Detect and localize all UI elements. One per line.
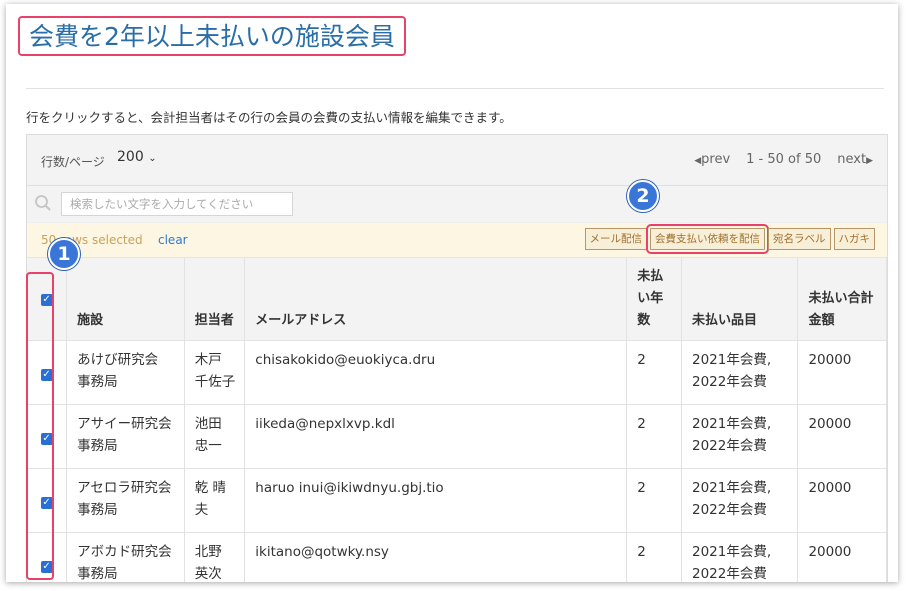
page-title-box: 会費を2年以上未払いの施設会員 bbox=[18, 16, 406, 56]
screenshot-frame: 会費を2年以上未払いの施設会員 行をクリックすると、会計担当者はその行の会員の会… bbox=[6, 4, 898, 582]
table-row[interactable]: ✓ アセロラ研究会 事務局 乾 晴夫 haruo inui@ikiwdnyu.g… bbox=[27, 468, 887, 533]
send-email-button[interactable]: メール配信 bbox=[584, 228, 647, 250]
cell-items: 2021年会費, 2022年会費 bbox=[681, 532, 799, 582]
annotation-badge-1: 1 bbox=[48, 238, 80, 270]
table-header-row: ✓ 施設 担当者 メールアドレス 未払い年数 未払い品目 未払い合計金額 bbox=[27, 258, 887, 341]
prev-button[interactable]: ◀prev bbox=[694, 152, 730, 167]
page-description: 行をクリックすると、会計担当者はその行の会員の会費の支払い情報を編集できます。 bbox=[26, 110, 512, 125]
annotation-badge-2: 2 bbox=[627, 180, 659, 212]
row-select-cell: ✓ bbox=[27, 532, 68, 582]
cell-person: 池田 忠一 bbox=[184, 404, 246, 469]
cell-facility: あけび研究会 事務局 bbox=[66, 340, 185, 405]
header-email[interactable]: メールアドレス bbox=[244, 258, 628, 341]
cell-total: 20000 bbox=[797, 532, 887, 582]
cell-email: iikeda@nepxlxvp.kdl bbox=[244, 404, 628, 469]
table-row[interactable]: ✓ あけび研究会 事務局 木戸 千佐子 chisakokido@euokiyca… bbox=[27, 340, 887, 405]
clear-selection-link[interactable]: clear bbox=[158, 233, 188, 247]
rows-per-page-label: 行数/ページ bbox=[41, 155, 105, 169]
cell-items: 2021年会費, 2022年会費 bbox=[681, 468, 799, 533]
rows-per-page-select[interactable]: 200 ⌄ bbox=[117, 149, 157, 165]
cell-items: 2021年会費, 2022年会費 bbox=[681, 340, 799, 405]
cell-total: 20000 bbox=[797, 404, 887, 469]
header-unpaid-items[interactable]: 未払い品目 bbox=[681, 258, 799, 341]
cell-person: 乾 晴夫 bbox=[184, 468, 246, 533]
title-divider bbox=[26, 88, 884, 89]
table-row[interactable]: ✓ アサイー研究会 事務局 池田 忠一 iikeda@nepxlxvp.kdl … bbox=[27, 404, 887, 469]
row-checkbox[interactable]: ✓ bbox=[40, 432, 53, 445]
cell-email: chisakokido@euokiyca.dru bbox=[244, 340, 628, 405]
cell-email: haruo inui@ikiwdnyu.gbj.tio bbox=[244, 468, 628, 533]
bulk-actions: メール配信 会費支払い依頼を配信 宛名ラベル ハガキ bbox=[582, 224, 875, 254]
search-icon bbox=[35, 195, 51, 211]
members-table: ✓ 施設 担当者 メールアドレス 未払い年数 未払い品目 未払い合計金額 ✓ あ… bbox=[27, 258, 887, 582]
header-unpaid-years[interactable]: 未払い年数 bbox=[626, 258, 682, 341]
cell-facility: アボカド研究会 事務局 bbox=[66, 532, 185, 582]
row-checkbox[interactable]: ✓ bbox=[40, 560, 53, 573]
cell-years: 2 bbox=[626, 404, 682, 469]
row-select-cell: ✓ bbox=[27, 468, 68, 533]
cell-email: ikitano@qotwky.nsy bbox=[244, 532, 628, 582]
postcard-button[interactable]: ハガキ bbox=[833, 228, 875, 250]
rows-per-page-value: 200 bbox=[117, 149, 144, 165]
cell-person: 木戸 千佐子 bbox=[184, 340, 246, 405]
cell-years: 2 bbox=[626, 340, 682, 405]
row-checkbox[interactable]: ✓ bbox=[40, 368, 53, 381]
cell-years: 2 bbox=[626, 468, 682, 533]
cell-total: 20000 bbox=[797, 468, 887, 533]
page-range: 1 - 50 of 50 bbox=[746, 152, 822, 167]
cell-items: 2021年会費, 2022年会費 bbox=[681, 404, 799, 469]
header-facility[interactable]: 施設 bbox=[66, 258, 185, 341]
cell-total: 20000 bbox=[797, 340, 887, 405]
next-button[interactable]: next▶ bbox=[837, 152, 873, 167]
row-select-cell: ✓ bbox=[27, 404, 68, 469]
row-checkbox[interactable]: ✓ bbox=[40, 496, 53, 509]
header-unpaid-total[interactable]: 未払い合計金額 bbox=[797, 258, 887, 341]
cell-person: 北野 英次 bbox=[184, 532, 246, 582]
row-select-cell: ✓ bbox=[27, 340, 68, 405]
select-all-cell: ✓ bbox=[27, 258, 68, 341]
cell-facility: アサイー研究会 事務局 bbox=[66, 404, 185, 469]
search-row: 検索したい文字を入力してください bbox=[27, 186, 887, 222]
members-table-panel: 行数/ページ 200 ⌄ ◀prev 1 - 50 of 50 next▶ 検索… bbox=[26, 134, 888, 582]
table-toolbar: 行数/ページ 200 ⌄ ◀prev 1 - 50 of 50 next▶ bbox=[27, 135, 887, 186]
header-person[interactable]: 担当者 bbox=[184, 258, 246, 341]
address-label-button[interactable]: 宛名ラベル bbox=[768, 228, 831, 250]
send-payment-request-button[interactable]: 会費支払い依頼を配信 bbox=[646, 224, 769, 254]
pagination: ◀prev 1 - 50 of 50 next▶ bbox=[694, 152, 873, 167]
search-input[interactable]: 検索したい文字を入力してください bbox=[61, 192, 293, 216]
selection-bar: 50 rows selected clear メール配信 会費支払い依頼を配信 … bbox=[27, 222, 887, 258]
chevron-right-icon: ▶ bbox=[866, 156, 873, 166]
cell-facility: アセロラ研究会 事務局 bbox=[66, 468, 185, 533]
table-row[interactable]: ✓ アボカド研究会 事務局 北野 英次 ikitano@qotwky.nsy 2… bbox=[27, 532, 887, 582]
chevron-down-icon: ⌄ bbox=[148, 153, 157, 164]
cell-years: 2 bbox=[626, 532, 682, 582]
select-all-checkbox[interactable]: ✓ bbox=[40, 294, 53, 306]
page-title: 会費を2年以上未払いの施設会員 bbox=[29, 22, 395, 51]
